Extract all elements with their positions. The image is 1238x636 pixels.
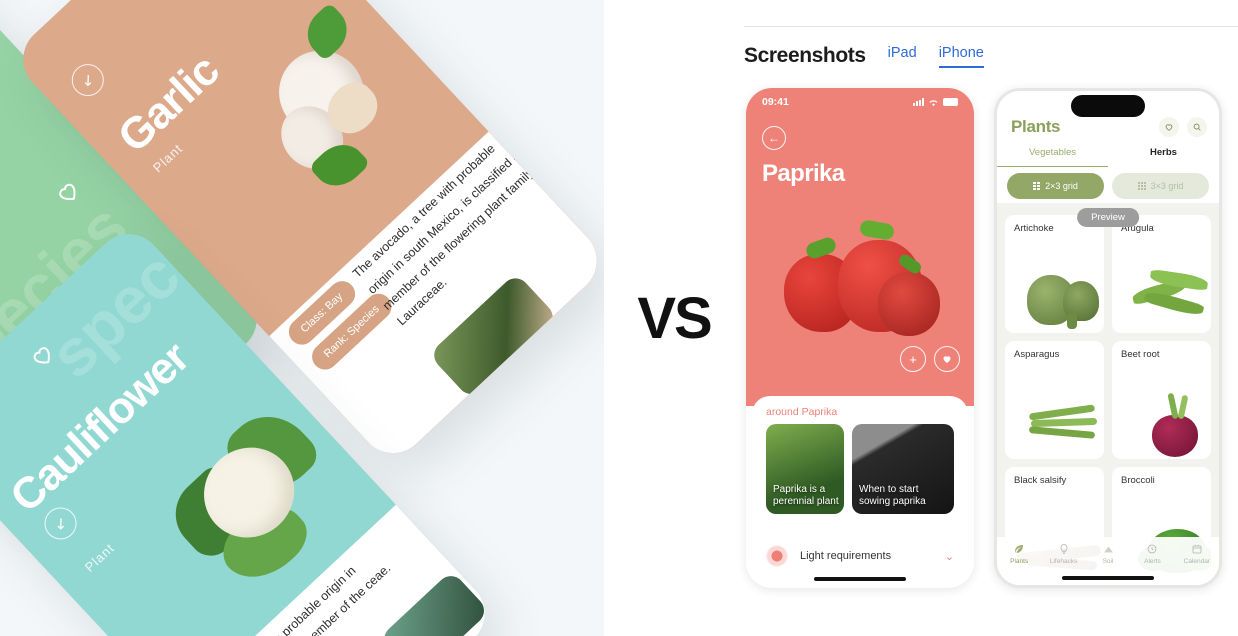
article-caption: Paprika is a perennial plant — [773, 484, 839, 507]
app-header: Plants Vegetables Herbs — [997, 91, 1219, 167]
grid-2x3-label: 2×3 grid — [1045, 181, 1078, 191]
nav-item-plants[interactable]: Plants — [997, 542, 1041, 565]
heart-filled-icon[interactable] — [934, 346, 960, 372]
nav-label: Soil — [1102, 558, 1114, 565]
status-icons — [913, 98, 958, 107]
related-articles-sheet: around Paprika Paprika is a perennial pl… — [752, 396, 968, 526]
article-caption: When to start sowing paprika — [859, 484, 926, 507]
plus-circle-icon[interactable]: + — [900, 346, 926, 372]
beet-root-art — [1136, 391, 1210, 457]
design-collage-panel: species ↙ Avocado Plant Rank: Species — [0, 0, 604, 636]
bulb-icon — [1058, 542, 1070, 555]
plant-name: Black salsify — [1014, 475, 1067, 486]
hero-action-buttons: + — [900, 346, 960, 372]
nav-item-soil[interactable]: Soil — [1086, 542, 1130, 565]
plants-grid-area: Artichoke Arugula Asparagus Beet root Bl… — [997, 203, 1219, 585]
app-store-screenshots-panel: Screenshots iPad iPhone 09:41 ← Paprika — [744, 0, 1238, 636]
status-time: 09:41 — [762, 96, 789, 108]
grid-2x3-button[interactable]: 2×3 grid — [1007, 173, 1104, 199]
header-icons — [1159, 117, 1207, 137]
home-indicator — [814, 577, 906, 581]
heart-outline-icon[interactable] — [1159, 117, 1179, 137]
nav-item-alerts[interactable]: Alerts — [1130, 542, 1174, 565]
app-title: Plants — [1011, 117, 1061, 136]
dynamic-island — [1071, 95, 1145, 117]
nav-item-calendar[interactable]: Calendar — [1175, 542, 1219, 565]
collage: species ↙ Avocado Plant Rank: Species — [0, 0, 604, 636]
nav-label: Alerts — [1144, 558, 1161, 565]
tab-vegetables[interactable]: Vegetables — [997, 147, 1108, 167]
signal-bars-icon — [913, 98, 924, 106]
plant-name: Broccoli — [1121, 475, 1155, 486]
home-indicator — [1062, 576, 1154, 580]
divider — [744, 26, 1238, 27]
paprika-photo — [774, 210, 952, 360]
versus-separator: VS — [604, 0, 744, 636]
article-card-list: Paprika is a perennial plant When to sta… — [766, 424, 954, 514]
calendar-icon — [1191, 542, 1203, 555]
plant-name: Asparagus — [1014, 349, 1060, 360]
screenshots-header: Screenshots iPad iPhone — [744, 44, 984, 68]
status-bar: 09:41 — [746, 95, 974, 109]
iphone-screenshot-paprika[interactable]: 09:41 ← Paprika + around Paprika Paprika… — [746, 88, 974, 588]
grid-3x3-label: 3×3 grid — [1150, 181, 1184, 191]
chevron-down-icon[interactable]: ⌄ — [945, 550, 954, 563]
nav-label: Calendar — [1183, 558, 1211, 565]
light-requirements-row[interactable]: Light requirements ⌄ — [752, 534, 968, 578]
soil-icon — [1102, 542, 1115, 555]
arugula-art — [1126, 267, 1211, 323]
plant-name: Beet root — [1121, 349, 1160, 360]
iphone-screenshot-plants[interactable]: Plants Vegetables Herbs 2×3 grid 3×3 gri… — [994, 88, 1222, 588]
grid-3x3-icon — [1137, 182, 1146, 190]
battery-icon — [943, 98, 958, 106]
plants-grid: Artichoke Arugula Asparagus Beet root Bl… — [1005, 215, 1211, 585]
plant-card-beet-root[interactable]: Beet root — [1112, 341, 1211, 459]
search-icon[interactable] — [1187, 117, 1207, 137]
artichoke-art — [1027, 261, 1103, 329]
light-radial-icon — [766, 545, 788, 567]
preview-tooltip: Preview — [1077, 208, 1139, 227]
grid-2x3-icon — [1033, 182, 1041, 190]
plant-title: Paprika — [762, 160, 845, 187]
leaf-icon — [1013, 542, 1025, 555]
clock-icon — [1146, 542, 1158, 555]
page-root: species ↙ Avocado Plant Rank: Species — [0, 0, 1238, 636]
nav-label: Plants — [1010, 558, 1029, 565]
nav-item-lifehacks[interactable]: Lifehacks — [1041, 542, 1085, 565]
category-tabs: Vegetables Herbs — [997, 147, 1219, 167]
nav-label: Lifehacks — [1049, 558, 1078, 565]
accordion-label: Light requirements — [800, 550, 892, 562]
plant-card-arugula[interactable]: Arugula — [1112, 215, 1211, 333]
tab-herbs[interactable]: Herbs — [1108, 147, 1219, 167]
tab-iphone[interactable]: iPhone — [938, 45, 984, 68]
card-thumbnail[interactable] — [378, 570, 490, 636]
plant-card-artichoke[interactable]: Artichoke — [1005, 215, 1104, 333]
grid-layout-toggle: 2×3 grid 3×3 grid — [1007, 173, 1209, 199]
asparagus-art — [1025, 393, 1104, 451]
plant-card-asparagus[interactable]: Asparagus — [1005, 341, 1104, 459]
around-label: around Paprika — [766, 406, 838, 418]
page-title: Screenshots — [744, 44, 866, 67]
article-card[interactable]: When to start sowing paprika — [852, 424, 954, 514]
wifi-icon — [929, 99, 938, 106]
article-card[interactable]: Paprika is a perennial plant — [766, 424, 844, 514]
tab-ipad[interactable]: iPad — [888, 45, 917, 68]
plant-name: Artichoke — [1014, 223, 1054, 234]
back-arrow-icon[interactable]: ← — [762, 126, 786, 150]
grid-3x3-button[interactable]: 3×3 grid — [1112, 173, 1209, 199]
versus-label: VS — [637, 285, 712, 351]
